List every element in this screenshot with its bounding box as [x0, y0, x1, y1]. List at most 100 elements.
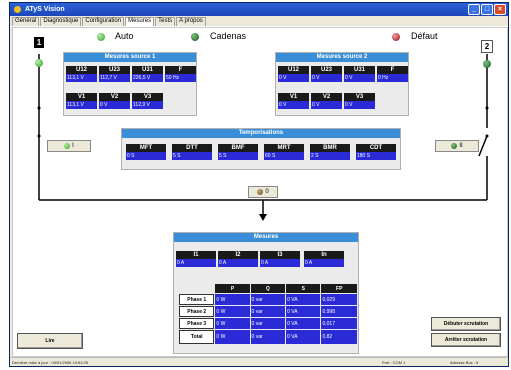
- row-label: Phase 1: [179, 294, 215, 305]
- measures-panel: Auto Cadenas Défaut 1 2 Mesures source 1…: [12, 27, 508, 357]
- cell-header: DTT: [172, 144, 212, 152]
- cell-header: F: [377, 66, 408, 74]
- cell-value: 0 W: [215, 306, 250, 317]
- cell-value: 5 S: [172, 152, 212, 160]
- cell-header: CDT: [356, 144, 396, 152]
- cell-header: I2: [218, 251, 258, 259]
- title-bar: ATyS Vision _ □ ×: [10, 3, 508, 16]
- close-button[interactable]: ×: [494, 4, 506, 15]
- cell-value: 0 A: [260, 259, 300, 267]
- s2-v2-cell: V2 0 V: [311, 93, 342, 109]
- cell-value: 0 V: [278, 101, 309, 109]
- s2-u12-cell: U12 0 V: [278, 66, 309, 82]
- s1-u23-cell: U23 112,7 V: [99, 66, 130, 82]
- tab-diagnostique[interactable]: Diagnostique: [40, 17, 82, 26]
- cell-header: I3: [260, 251, 300, 259]
- source-2-led-icon: [483, 60, 491, 68]
- power-header-p: P: [215, 284, 250, 293]
- cell-value: 0 W: [215, 294, 250, 305]
- defaut-label: Défaut: [411, 31, 438, 41]
- minimize-button[interactable]: _: [468, 4, 480, 15]
- tab-a-propos[interactable]: A propos: [176, 17, 206, 26]
- cell-header: V3: [344, 93, 375, 101]
- s2-u31-cell: U31 0 V: [344, 66, 375, 82]
- tab-tests[interactable]: Tests: [155, 17, 176, 26]
- window-title: ATyS Vision: [25, 6, 65, 13]
- cell-header: BMF: [218, 144, 258, 152]
- status-last-update: Dernière mise à jour : 09/01/2006 10:53:…: [12, 360, 89, 365]
- tab-general[interactable]: Général: [12, 17, 40, 26]
- cell-header: V3: [132, 93, 163, 101]
- cell-value: 112,7 V: [99, 74, 130, 82]
- source-2-indicator: 2: [481, 40, 493, 53]
- cell-header: BMR: [310, 144, 350, 152]
- tempo-bmf-cell: BMF 5 S: [218, 144, 258, 160]
- switch-0-led-icon: [257, 189, 264, 195]
- cell-value: 5 S: [218, 152, 258, 160]
- defaut-led-icon: [392, 33, 400, 41]
- cell-value: 0 VA: [286, 318, 321, 329]
- switch-i-label: I: [72, 143, 74, 149]
- tab-configuration[interactable]: Configuration: [82, 17, 125, 26]
- status-port: Port : COM 1: [382, 360, 406, 365]
- cell-value: 0 V: [344, 74, 375, 82]
- switch-ii-led-icon: [451, 143, 458, 149]
- cell-value: 0 W: [215, 330, 250, 344]
- s1-f-cell: F 50 Hz: [165, 66, 196, 82]
- mesures-title: Mesures: [174, 233, 358, 242]
- cell-header: V2: [311, 93, 342, 101]
- current-i2-cell: I2 0 A: [218, 251, 258, 267]
- source-1-measures-group: Mesures source 1 U12 113,1 V U23 112,7 V U…: [63, 52, 197, 116]
- cell-header: U31: [344, 66, 375, 74]
- switch-ii-indicator: II: [435, 140, 479, 152]
- mesures-group: Mesures I1 0 A I2 0 A I3 0 A In 0 A P Q S FP…: [173, 232, 359, 354]
- power-header-fp: FP: [321, 284, 357, 293]
- s1-v2-cell: V2 0 V: [99, 93, 130, 109]
- app-logo-icon: [13, 5, 22, 14]
- source-1-indicator: 1: [34, 37, 44, 48]
- switch-ii-label: II: [459, 143, 463, 149]
- s1-v1-cell: V1 113,1 V: [66, 93, 97, 109]
- cell-header: U31: [132, 66, 163, 74]
- table-row: Phase 3 0 W 0 var 0 VA 0.017: [179, 318, 357, 329]
- cell-value: 0.029: [321, 294, 357, 305]
- source-1-measures-title: Mesures source 1: [64, 53, 196, 62]
- cell-header: V1: [278, 93, 309, 101]
- cell-value: 2 S: [310, 152, 350, 160]
- s1-v3-cell: V3 112,9 V: [132, 93, 163, 109]
- switch-i-led-icon: [64, 143, 71, 149]
- debuter-scrutation-button[interactable]: Débuter scrutation: [431, 317, 501, 331]
- cell-value: 60 S: [264, 152, 304, 160]
- s2-v1-cell: V1 0 V: [278, 93, 309, 109]
- table-row: Total 0 W 0 var 0 VA 0.82: [179, 330, 357, 344]
- row-label: Phase 3: [179, 318, 215, 329]
- cell-value: 0 VA: [286, 330, 321, 344]
- cell-value: 0 V: [311, 101, 342, 109]
- cell-header: MFT: [126, 144, 166, 152]
- tempo-bmr-cell: BMR 2 S: [310, 144, 350, 160]
- source-2-measures-group: Mesures source 2 U12 0 V U23 0 V U31 0 V F0…: [275, 52, 409, 116]
- source-1-led-icon: [35, 59, 43, 67]
- app-window: ATyS Vision _ □ × Général Diagnostique C…: [9, 2, 509, 367]
- tempo-mrt-cell: MRT 60 S: [264, 144, 304, 160]
- cell-value: 113,1 V: [66, 74, 97, 82]
- cell-value: 0 A: [304, 259, 344, 267]
- table-row: Phase 2 0 W 0 var 0 VA 0.998: [179, 306, 357, 317]
- switch-0-label: 0: [265, 189, 269, 195]
- tab-mesures[interactable]: Mesures: [125, 17, 155, 26]
- lire-button[interactable]: Lire: [17, 333, 83, 349]
- status-bar: Dernière mise à jour : 09/01/2006 10:53:…: [10, 357, 508, 366]
- switch-i-indicator: I: [47, 140, 91, 152]
- switch-0-indicator: 0: [248, 186, 278, 198]
- tempo-cdt-cell: CDT 180 S: [356, 144, 396, 160]
- arreter-scrutation-button[interactable]: Arrêter scrutation: [431, 333, 501, 347]
- cell-header: I1: [176, 251, 216, 259]
- maximize-button[interactable]: □: [481, 4, 493, 15]
- cell-value: 180 S: [356, 152, 396, 160]
- cell-header: U23: [311, 66, 342, 74]
- power-table: P Q S FP Phase 1 0 W 0 var 0 VA 0.029 Ph…: [178, 283, 358, 345]
- power-header-s: S: [286, 284, 321, 293]
- cell-value: 0 A: [218, 259, 258, 267]
- cell-value: 226,5 V: [132, 74, 163, 82]
- s2-u23-cell: U23 0 V: [311, 66, 342, 82]
